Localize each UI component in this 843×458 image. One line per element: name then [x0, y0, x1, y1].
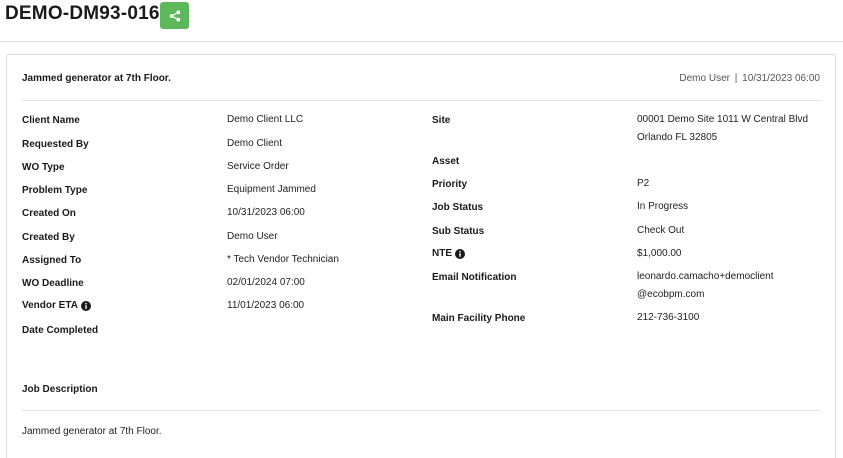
summary-title: Jammed generator at 7th Floor. [22, 73, 171, 84]
date-completed-label: Date Completed [22, 325, 99, 336]
asset-label: Asset [432, 156, 460, 167]
site-label: Site [432, 115, 451, 126]
priority-label: Priority [432, 179, 468, 190]
requested-by-value: Demo Client [227, 138, 283, 149]
main-facility-phone-label: Main Facility Phone [432, 313, 526, 324]
client-name-label: Client Name [22, 115, 80, 126]
work-order-details-card: Jammed generator at 7th Floor. Demo User… [6, 54, 836, 458]
created-datetime: 10/31/2023 06:00 [742, 73, 820, 84]
wo-type-value: Service Order [227, 161, 289, 172]
priority-value: P2 [637, 178, 650, 189]
wo-type-label: WO Type [22, 162, 65, 173]
main-facility-phone-value: 212-736-3100 [637, 312, 700, 323]
job-status-value: In Progress [637, 201, 689, 212]
info-icon[interactable] [455, 248, 465, 259]
created-on-label: Created On [22, 208, 76, 219]
work-order-number: DEMO-DM93-016 [5, 3, 160, 24]
nte-value: $1,000.00 [637, 248, 682, 259]
site-address-line2: Orlando FL 32805 [637, 132, 718, 143]
info-icon[interactable] [80, 300, 91, 311]
share-icon [169, 10, 180, 21]
requested-by-label: Requested By [22, 139, 89, 150]
created-by-label: Created By [22, 232, 75, 243]
problem-type-value: Equipment Jammed [227, 184, 316, 195]
nte-label-text: NTE [432, 248, 452, 259]
wo-deadline-value: 02/01/2024 07:00 [227, 277, 305, 288]
page-header: DEMO-DM93-016 [0, 0, 843, 42]
created-on-value: 10/31/2023 06:00 [227, 207, 305, 218]
sub-status-label: Sub Status [432, 226, 485, 237]
vendor-eta-label-text: Vendor ETA [22, 300, 78, 311]
created-by-value: Demo User [227, 231, 278, 242]
description-divider [22, 410, 820, 411]
vendor-eta-value: 11/01/2023 06:00 [227, 300, 305, 311]
job-description-text: Jammed generator at 7th Floor. [22, 426, 162, 437]
meta-separator: | [734, 73, 738, 84]
job-description-label: Job Description [22, 384, 98, 395]
created-user: Demo User [679, 73, 730, 84]
sub-status-value: Check Out [637, 225, 685, 236]
summary-meta: Demo User | 10/31/2023 06:00 [679, 73, 820, 84]
assigned-to-label: Assigned To [22, 255, 82, 266]
email-notification-label: Email Notification [432, 272, 517, 283]
nte-label: NTE [432, 248, 465, 259]
header-divider [22, 100, 820, 101]
problem-type-label: Problem Type [22, 185, 88, 196]
wo-deadline-label: WO Deadline [22, 278, 84, 289]
client-name-value: Demo Client LLC [227, 114, 304, 125]
job-status-label: Job Status [432, 202, 484, 213]
share-button[interactable] [160, 2, 189, 29]
email-notification-line1: leonardo.camacho+democlient [637, 271, 774, 282]
email-notification-line2: @ecobpm.com [637, 289, 705, 300]
site-address-line1: 00001 Demo Site 1011 W Central Blvd [637, 114, 809, 125]
assigned-to-value: * Tech Vendor Technician [227, 254, 339, 265]
vendor-eta-label: Vendor ETA [22, 300, 91, 311]
